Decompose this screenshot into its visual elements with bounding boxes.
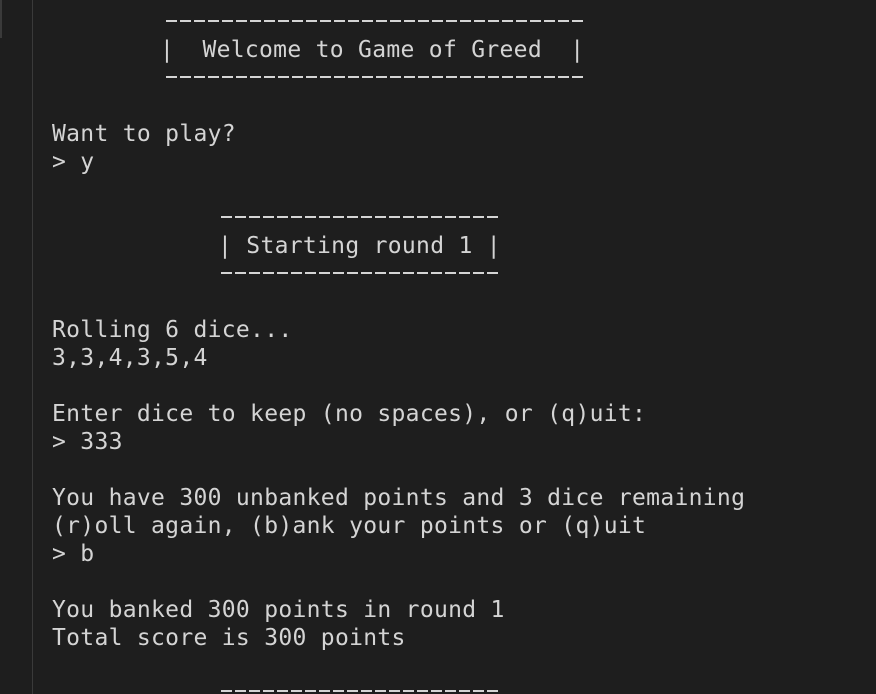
welcome-box-text: | Welcome to Game of Greed | <box>160 37 585 63</box>
total-score-text: Total score is 300 points <box>52 625 406 651</box>
welcome-box-top-border <box>166 20 584 22</box>
round-box-bottom-border <box>221 272 500 274</box>
terminal-window[interactable]: | Welcome to Game of Greed | Want to pla… <box>0 0 876 694</box>
banked-message-text: You banked 300 points in round 1 <box>52 597 505 623</box>
rolling-dice-text: Rolling 6 dice... <box>52 317 293 343</box>
terminal-gutter-divider <box>32 0 33 694</box>
keep-dice-input: > 333 <box>52 429 123 455</box>
want-to-play-prompt: Want to play? <box>52 121 236 147</box>
unbanked-status-text: You have 300 unbanked points and 3 dice … <box>52 485 746 511</box>
welcome-box-bottom-border <box>166 76 584 78</box>
next-round-box-top-border <box>221 690 500 692</box>
action-choice-input: > b <box>52 541 95 567</box>
want-to-play-input: > y <box>52 149 95 175</box>
dice-values-text: 3,3,4,3,5,4 <box>52 345 208 371</box>
round-box-top-border <box>221 216 500 218</box>
action-options-text: (r)oll again, (b)ank your points or (q)u… <box>52 513 647 539</box>
keep-dice-prompt: Enter dice to keep (no spaces), or (q)ui… <box>52 401 647 427</box>
pane-edge-marker <box>0 0 2 38</box>
round-box-text: | Starting round 1 | <box>218 233 501 259</box>
